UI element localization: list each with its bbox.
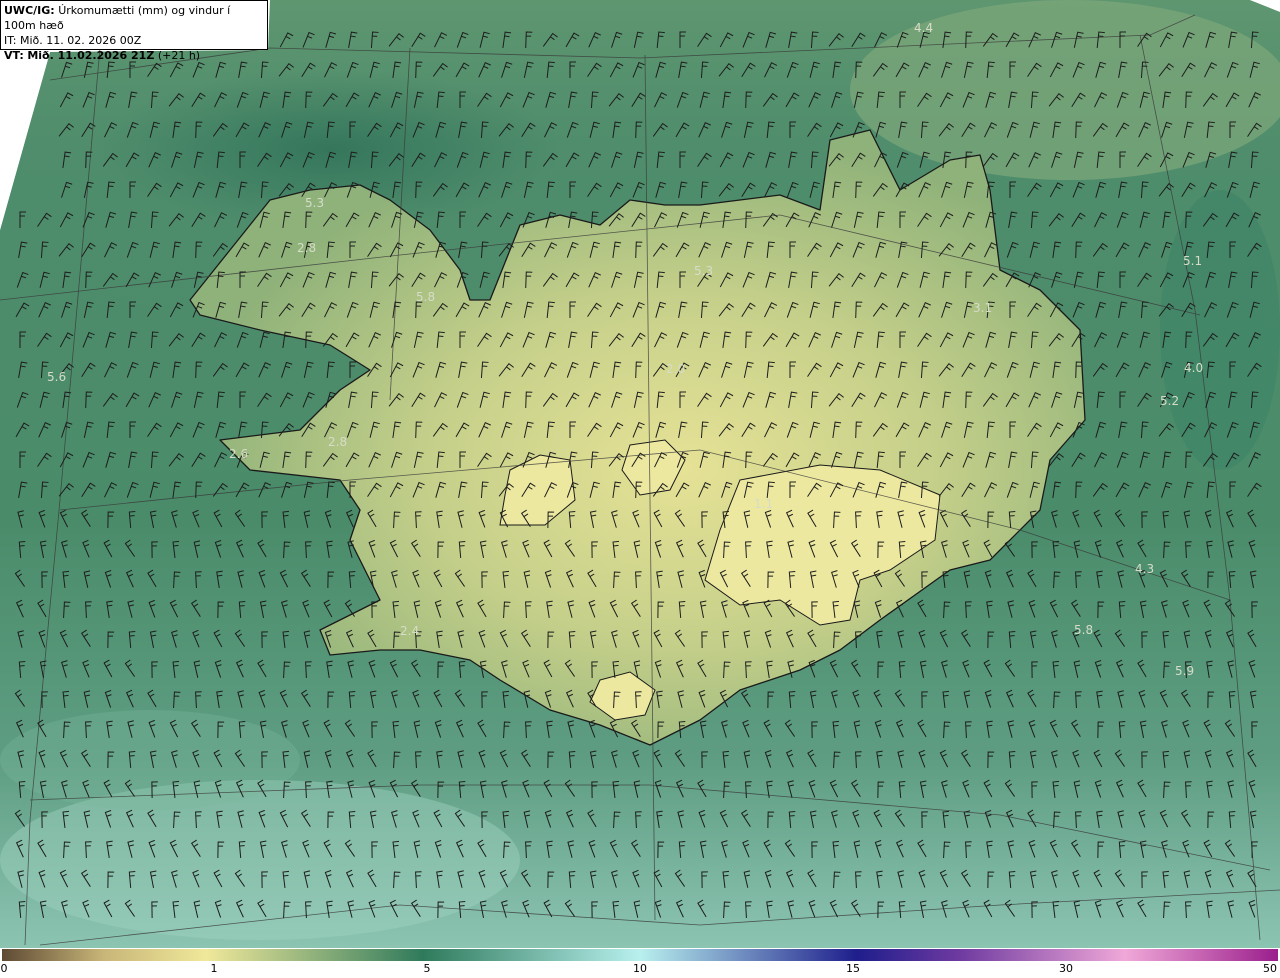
pv-se-1: 4.3 [1135, 562, 1155, 576]
colorbar-tick-30: 30 [1059, 962, 1073, 975]
pv-n-2: 2.0 [666, 362, 686, 376]
colorbar-strip [2, 949, 1278, 961]
pv-west-2: 2.6 [229, 447, 249, 461]
model-label: UWC/IG: [4, 4, 55, 17]
header-title-line: UWC/IG: Úrkomumætti (mm) og vindur í 100… [4, 3, 264, 33]
pv-se-3: 5.9 [1175, 664, 1195, 678]
colorbar-tick-50: 50 [1263, 962, 1277, 975]
map-header: UWC/IG: Úrkomumætti (mm) og vindur í 100… [0, 0, 268, 62]
pv-e-2: 4.0 [1184, 361, 1204, 375]
pv-nw-3: 5.8 [416, 290, 436, 304]
pv-e-4: 3.1 [973, 301, 993, 315]
pv-w: 5.6 [47, 370, 67, 384]
colorbar-tick-5: 5 [423, 962, 431, 975]
colorbar-tick-10: 10 [633, 962, 647, 975]
vt-prefix: VT: [4, 49, 24, 62]
pv-west-3: 2.8 [328, 435, 348, 449]
vt-date: Mið. 11.02.2026 21Z [27, 49, 155, 62]
colorbar: 0 1 5 10 15 30 50 [0, 948, 1280, 978]
vt-offset: (+21 h) [157, 49, 201, 62]
pv-nw-1: 5.3 [305, 196, 325, 210]
pv-sw: 2.4 [400, 624, 420, 638]
valid-time-line: VT: Mið. 11.02.2026 21Z (+21 h) [4, 48, 264, 63]
colorbar-tick-15: 15 [846, 962, 860, 975]
precipitation-map [0, 0, 1280, 948]
pv-e-1: 5.1 [1183, 254, 1203, 268]
pv-se-2: 5.8 [1074, 623, 1094, 637]
init-time: IT: Mið. 11. 02. 2026 00Z [4, 34, 142, 47]
pv-e-3: 5.2 [1160, 394, 1180, 408]
pv-c: 1.1 [754, 497, 774, 511]
colorbar-tick-0: 0 [0, 962, 8, 975]
pv-nw-2: 2.8 [297, 241, 317, 255]
pv-n: 5.3 [694, 264, 714, 278]
colorbar-tick-1: 1 [210, 962, 218, 975]
pv-ne-1: 4.4 [914, 21, 934, 35]
